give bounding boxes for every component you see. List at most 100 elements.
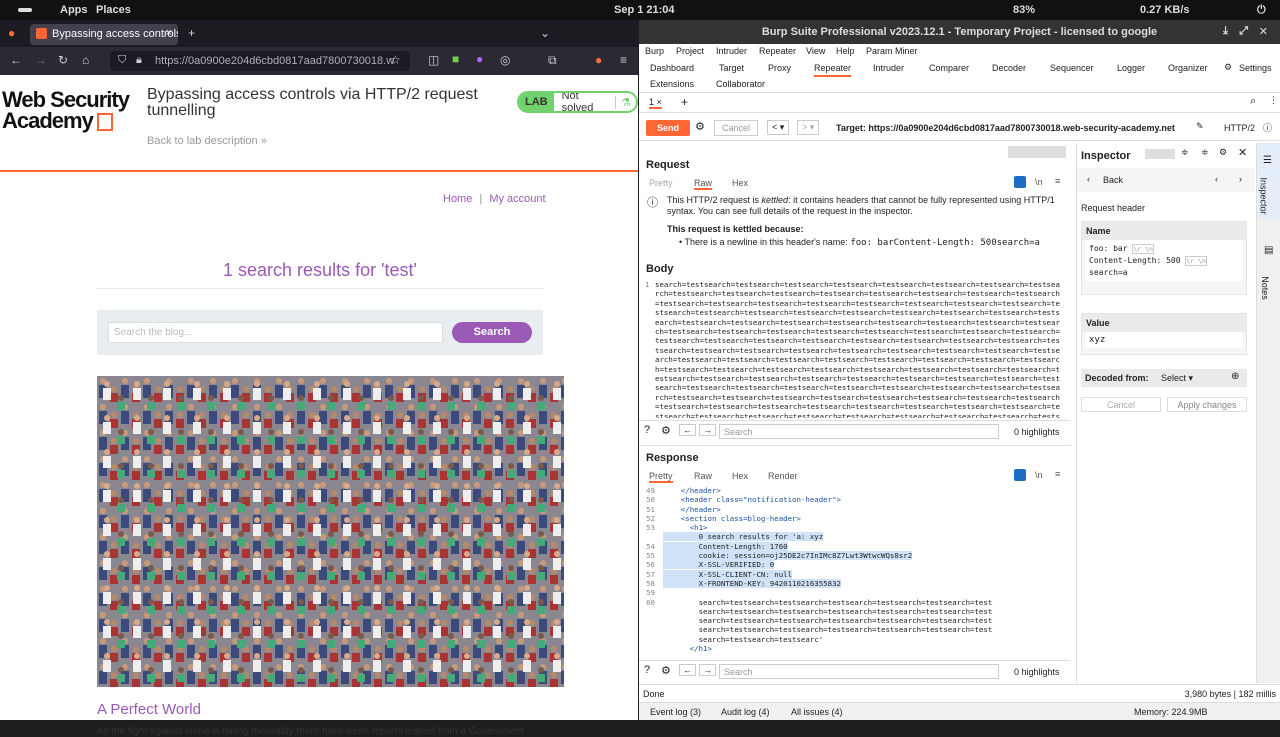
- back-arrow-icon[interactable]: ←: [10, 53, 22, 67]
- clock[interactable]: Sep 1 21:04: [614, 4, 675, 16]
- header-value-editor[interactable]: xyz: [1085, 332, 1243, 348]
- shield-icon[interactable]: ⛉: [118, 54, 126, 67]
- cancel-button[interactable]: Cancel: [714, 120, 758, 136]
- tab-collaborator[interactable]: Collaborator: [716, 79, 765, 89]
- lock-icon[interactable]: 🔒︎: [136, 54, 142, 67]
- post-title[interactable]: A Perfect World: [97, 701, 201, 718]
- tab-list-icon[interactable]: ⌄: [540, 26, 550, 40]
- response-newline-icon[interactable]: \n: [1035, 470, 1043, 480]
- menu-help[interactable]: Help: [836, 46, 855, 56]
- apply-changes-button[interactable]: Apply changes: [1167, 397, 1247, 412]
- apps-menu[interactable]: Apps: [60, 4, 88, 16]
- response-tab-pretty[interactable]: Pretty: [649, 471, 673, 483]
- minimize-icon[interactable]: ⤓: [1223, 25, 1228, 38]
- pocket-icon[interactable]: ◫: [428, 53, 439, 67]
- inspector-layout-icon[interactable]: [1145, 149, 1175, 159]
- tab-logger[interactable]: Logger: [1117, 63, 1145, 73]
- new-tab-icon[interactable]: +: [188, 26, 195, 40]
- response-search-settings-icon[interactable]: ⚙: [661, 664, 671, 677]
- web-security-academy-logo[interactable]: Web Security Academy: [2, 89, 130, 132]
- prev-request-icon[interactable]: < ▾: [767, 120, 790, 135]
- menu-param-miner[interactable]: Param Miner: [866, 46, 918, 56]
- close-window-icon[interactable]: ✕: [1259, 25, 1268, 38]
- extension3-icon[interactable]: ◎: [500, 53, 510, 67]
- response-tab-hex[interactable]: Hex: [732, 471, 748, 481]
- request-tab-pretty[interactable]: Pretty: [649, 178, 673, 188]
- tab-decoder[interactable]: Decoder: [992, 63, 1026, 73]
- newline-icon[interactable]: \n: [1035, 177, 1043, 187]
- menu-hamburger-icon[interactable]: ≡: [620, 53, 627, 67]
- forward-arrow-icon[interactable]: →: [35, 53, 47, 67]
- response-tab-raw[interactable]: Raw: [694, 471, 712, 481]
- tab-sequencer[interactable]: Sequencer: [1050, 63, 1094, 73]
- request-search-settings-icon[interactable]: ⚙: [661, 424, 671, 437]
- protocol-label[interactable]: HTTP/2: [1224, 123, 1255, 133]
- activities-icon[interactable]: [18, 8, 32, 12]
- settings-gear-icon[interactable]: ⚙: [1224, 62, 1232, 73]
- menu-project[interactable]: Project: [676, 46, 704, 56]
- inspector-prev-icon[interactable]: ‹: [1215, 174, 1218, 184]
- extensions-puzzle-icon[interactable]: ⧉: [548, 53, 557, 68]
- home-link[interactable]: Home: [443, 193, 472, 205]
- blog-search-input[interactable]: Search the blog...: [108, 322, 443, 343]
- home-icon[interactable]: ⌂: [82, 53, 89, 67]
- bookmark-star-icon[interactable]: ☆: [390, 53, 401, 67]
- post-image[interactable]: [97, 376, 564, 687]
- inspector-filter-icon[interactable]: ≑: [1201, 147, 1209, 158]
- tab-organizer[interactable]: Organizer: [1168, 63, 1208, 73]
- side-tab-inspector[interactable]: ☰ Inspector: [1257, 143, 1280, 218]
- request-help-icon[interactable]: ?: [644, 424, 650, 436]
- response-prev-match-icon[interactable]: ←: [679, 664, 696, 676]
- target-url[interactable]: Target: https://0a0900e204d6cbd0817aad78…: [836, 123, 1175, 133]
- search-button[interactable]: Search: [452, 322, 532, 343]
- request-body[interactable]: search=testsearch=testsearch=testsearch=…: [655, 280, 1063, 418]
- inspector-close-icon[interactable]: ✕: [1238, 146, 1247, 159]
- wrap-icon[interactable]: [1014, 176, 1026, 188]
- more-icon[interactable]: ⋮: [1269, 95, 1278, 106]
- inspector-cancel-button[interactable]: Cancel: [1081, 397, 1161, 412]
- add-decoding-icon[interactable]: ⊕: [1231, 371, 1239, 382]
- repeater-tab-1[interactable]: 1 ×: [649, 97, 662, 109]
- tab-target[interactable]: Target: [719, 63, 744, 73]
- close-tab-icon[interactable]: ×: [166, 27, 172, 39]
- decoded-from-select[interactable]: Select ▾: [1161, 373, 1193, 384]
- options-icon[interactable]: ≡: [1055, 176, 1060, 186]
- places-menu[interactable]: Places: [96, 4, 131, 16]
- menu-repeater[interactable]: Repeater: [759, 46, 796, 56]
- response-code[interactable]: 49 </header> 50 <header class="notificati…: [639, 486, 1071, 658]
- back-to-lab-link[interactable]: Back to lab description »: [147, 135, 267, 147]
- maximize-icon[interactable]: ⤢: [1239, 25, 1248, 38]
- reload-icon[interactable]: ↻: [58, 53, 68, 67]
- next-request-icon[interactable]: > ▾: [797, 120, 820, 135]
- help-icon[interactable]: ⓘ: [1263, 121, 1272, 134]
- request-tab-raw[interactable]: Raw: [694, 178, 713, 190]
- request-tab-hex[interactable]: Hex: [732, 178, 748, 188]
- extension2-icon[interactable]: ●: [476, 52, 483, 66]
- tab-intruder[interactable]: Intruder: [873, 63, 904, 73]
- event-log-button[interactable]: Event log (3): [650, 707, 701, 717]
- inspector-back-button[interactable]: Back: [1103, 175, 1123, 185]
- tab-settings[interactable]: Settings: [1239, 63, 1272, 73]
- request-search-input[interactable]: Search: [719, 424, 999, 439]
- response-search-input[interactable]: Search: [719, 664, 999, 679]
- response-options-icon[interactable]: ≡: [1055, 469, 1060, 479]
- tab-dashboard[interactable]: Dashboard: [650, 63, 694, 73]
- back-chevron-icon[interactable]: ‹: [1087, 174, 1090, 184]
- inspector-settings-icon[interactable]: ⚙: [1219, 147, 1227, 158]
- inspector-next-icon[interactable]: ›: [1239, 174, 1242, 184]
- menu-burp[interactable]: Burp: [645, 46, 664, 56]
- response-help-icon[interactable]: ?: [644, 664, 650, 676]
- tab-repeater[interactable]: Repeater: [814, 63, 852, 77]
- menu-view[interactable]: View: [806, 46, 825, 56]
- request-prev-match-icon[interactable]: ←: [679, 424, 696, 436]
- tab-comparer[interactable]: Comparer: [929, 63, 969, 73]
- response-next-match-icon[interactable]: →: [699, 664, 716, 676]
- extension-icon[interactable]: ■: [452, 52, 459, 66]
- send-settings-gear-icon[interactable]: ⚙: [695, 120, 705, 133]
- inspector-align-icon[interactable]: ≑: [1181, 147, 1189, 158]
- response-wrap-icon[interactable]: [1014, 469, 1026, 481]
- browser-tab[interactable]: Bypassing access controls ×: [30, 24, 178, 45]
- audit-log-button[interactable]: Audit log (4): [721, 707, 770, 717]
- tab-proxy[interactable]: Proxy: [768, 63, 791, 73]
- search-icon[interactable]: ⌕: [1250, 95, 1256, 108]
